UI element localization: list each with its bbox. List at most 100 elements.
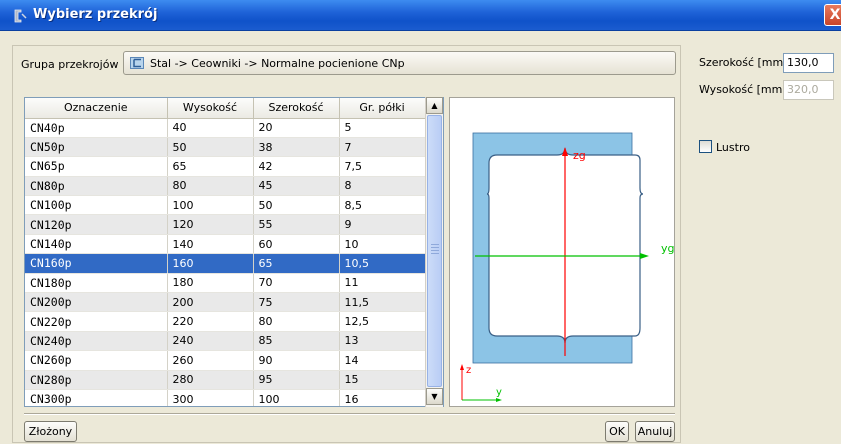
- axis-yg-label: yg: [661, 242, 675, 255]
- cell-width: 20: [253, 118, 340, 138]
- cell-width: 70: [253, 273, 340, 294]
- axis-z-arrow: [460, 364, 464, 370]
- table-header-row: Oznaczenie Wysokość Szerokość Gr. półki: [25, 98, 426, 119]
- cancel-button[interactable]: Anuluj: [635, 421, 675, 442]
- cell-flange-thickness: 7,5: [339, 156, 426, 177]
- column-header-flange-thickness[interactable]: Gr. półki: [339, 98, 426, 119]
- table-row[interactable]: CN160p 160 65 10,5: [25, 253, 426, 274]
- table-row[interactable]: CN65p 65 42 7,5: [25, 156, 426, 177]
- cell-height: 240: [167, 331, 254, 352]
- cell-height: 50: [167, 137, 254, 158]
- cell-flange-thickness: 5: [339, 118, 426, 138]
- cell-designation: CN160p: [25, 253, 168, 274]
- section-preview: zg yg z y: [449, 97, 675, 407]
- dialog-body: Grupa przekrojów Stal -> Ceowniki -> Nor…: [0, 31, 841, 444]
- section-table: Oznaczenie Wysokość Szerokość Gr. półki …: [24, 97, 444, 407]
- section-app-icon: [14, 9, 27, 23]
- table-row[interactable]: CN180p 180 70 11: [25, 273, 426, 294]
- height-input: 320,0: [783, 80, 834, 100]
- table-row[interactable]: CN140p 140 60 10: [25, 234, 426, 255]
- cell-flange-thickness: 7: [339, 137, 426, 158]
- cell-flange-thickness: 11: [339, 273, 426, 294]
- cell-designation: CN200p: [25, 292, 168, 313]
- cell-height: 120: [167, 214, 254, 235]
- cell-flange-thickness: 12,5: [339, 311, 426, 332]
- cell-height: 100: [167, 195, 254, 216]
- ok-button[interactable]: OK: [605, 421, 629, 442]
- cell-height: 220: [167, 311, 254, 332]
- table-row[interactable]: CN100p 100 50 8,5: [25, 195, 426, 216]
- cell-flange-thickness: 10: [339, 234, 426, 255]
- cell-flange-thickness: 9: [339, 214, 426, 235]
- close-icon: X: [829, 7, 841, 23]
- scroll-thumb[interactable]: [427, 115, 442, 387]
- cell-width: 45: [253, 176, 340, 197]
- table-vertical-scrollbar[interactable]: ▲ ▼: [425, 97, 443, 407]
- mirror-label[interactable]: Lustro: [716, 141, 750, 154]
- cell-flange-thickness: 10,5: [339, 253, 426, 274]
- table-row[interactable]: CN80p 80 45 8: [25, 176, 426, 197]
- cell-flange-thickness: 11,5: [339, 292, 426, 313]
- cell-flange-thickness: 16: [339, 389, 426, 406]
- section-group-selector[interactable]: Stal -> Ceowniki -> Normalne pocienione …: [123, 51, 676, 75]
- table-row[interactable]: CN240p 240 85 13: [25, 331, 426, 352]
- scroll-up-button[interactable]: ▲: [426, 97, 443, 114]
- width-input[interactable]: 130,0: [783, 53, 834, 73]
- column-header-height[interactable]: Wysokość: [167, 98, 254, 119]
- axis-y-arrow: [496, 398, 502, 402]
- table-row[interactable]: CN50p 50 38 7: [25, 137, 426, 158]
- cell-flange-thickness: 8: [339, 176, 426, 197]
- compound-button[interactable]: Złożony: [24, 421, 77, 442]
- cell-width: 85: [253, 331, 340, 352]
- cell-width: 55: [253, 214, 340, 235]
- table-row[interactable]: CN220p 220 80 12,5: [25, 311, 426, 332]
- cell-designation: CN140p: [25, 234, 168, 255]
- bottom-separator: [24, 413, 675, 415]
- table-row[interactable]: CN300p 300 100 16: [25, 389, 426, 406]
- cell-width: 60: [253, 234, 340, 255]
- table-row[interactable]: CN120p 120 55 9: [25, 214, 426, 235]
- cell-width: 38: [253, 137, 340, 158]
- column-header-designation[interactable]: Oznaczenie: [25, 98, 168, 119]
- cell-designation: CN40p: [25, 118, 168, 138]
- cell-height: 300: [167, 389, 254, 406]
- table-row[interactable]: CN200p 200 75 11,5: [25, 292, 426, 313]
- section-drawing: zg yg z y: [460, 132, 675, 402]
- cell-flange-thickness: 8,5: [339, 195, 426, 216]
- cell-height: 180: [167, 273, 254, 294]
- cell-designation: CN100p: [25, 195, 168, 216]
- scroll-thumb-grip: [431, 244, 439, 256]
- cell-designation: CN50p: [25, 137, 168, 158]
- cell-width: 42: [253, 156, 340, 177]
- table-row[interactable]: CN40p 40 20 5: [25, 118, 426, 138]
- axis-zg-label: zg: [573, 149, 586, 162]
- section-panel: Grupa przekrojów Stal -> Ceowniki -> Nor…: [12, 45, 681, 443]
- cell-width: 90: [253, 350, 340, 371]
- cell-height: 160: [167, 253, 254, 274]
- mirror-checkbox[interactable]: [699, 140, 712, 153]
- cell-height: 65: [167, 156, 254, 177]
- height-label: Wysokość [mm]: [699, 83, 787, 96]
- cell-designation: CN260p: [25, 350, 168, 371]
- table-row[interactable]: CN280p 280 95 15: [25, 370, 426, 390]
- cell-width: 100: [253, 389, 340, 406]
- cell-width: 65: [253, 253, 340, 274]
- cell-flange-thickness: 14: [339, 350, 426, 371]
- window-title: Wybierz przekrój: [33, 7, 158, 22]
- column-header-width[interactable]: Szerokość: [253, 98, 340, 119]
- cell-designation: CN220p: [25, 311, 168, 332]
- cell-designation: CN65p: [25, 156, 168, 177]
- table-row[interactable]: CN260p 260 90 14: [25, 350, 426, 371]
- cell-designation: CN240p: [25, 331, 168, 352]
- group-label: Grupa przekrojów: [21, 58, 119, 71]
- section-group-path: Stal -> Ceowniki -> Normalne pocienione …: [150, 57, 405, 70]
- channel-section-icon: [130, 57, 144, 69]
- cell-flange-thickness: 13: [339, 331, 426, 352]
- close-button[interactable]: X: [824, 4, 841, 26]
- axis-yg-arrow: [640, 253, 649, 259]
- cell-designation: CN120p: [25, 214, 168, 235]
- scroll-down-button[interactable]: ▼: [426, 388, 443, 405]
- axis-y-label: y: [496, 387, 502, 398]
- cell-designation: CN280p: [25, 370, 168, 390]
- width-label: Szerokość [mm]: [699, 56, 788, 69]
